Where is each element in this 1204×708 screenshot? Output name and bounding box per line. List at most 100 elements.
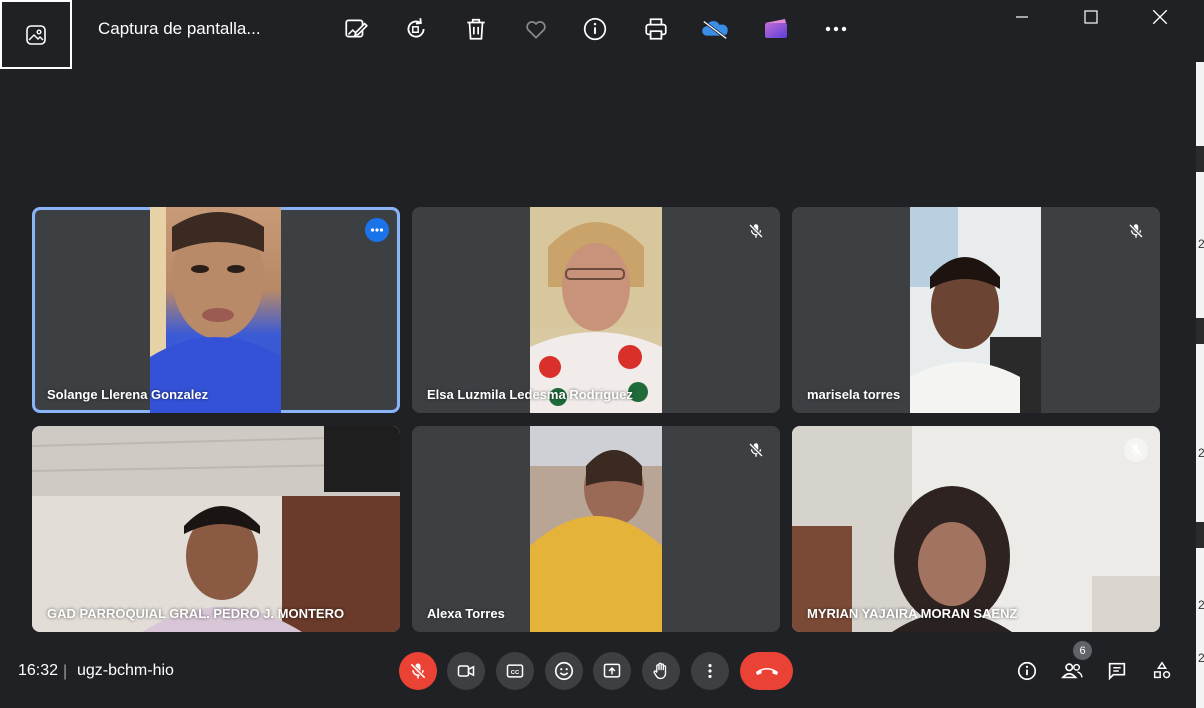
print-button[interactable] — [641, 14, 671, 44]
mic-off-icon — [748, 442, 764, 458]
camera-icon — [457, 665, 475, 677]
more-options-button[interactable] — [691, 652, 729, 690]
participant-video — [530, 426, 662, 632]
favorite-button[interactable] — [521, 14, 551, 44]
mic-off-icon — [1130, 444, 1142, 456]
activities-button[interactable] — [1148, 657, 1176, 685]
participant-name: Alexa Torres — [427, 606, 505, 621]
participant-tile[interactable]: GAD PARROQUIAL GRAL. PEDRO J. MONTERO — [32, 426, 400, 632]
chat-button[interactable] — [1103, 657, 1131, 685]
print-icon — [645, 18, 667, 40]
video-editor-button[interactable] — [761, 14, 791, 44]
title-bar: Captura de pantalla... — [0, 0, 1204, 69]
background-window-text: 2 — [1198, 651, 1204, 665]
emoji-icon — [554, 661, 574, 681]
background-window-text: 2 — [1198, 237, 1204, 251]
edit-image-icon — [345, 19, 368, 38]
background-window-fragment — [1196, 146, 1204, 172]
more-options-icon — [370, 228, 384, 232]
svg-text:CC: CC — [511, 670, 520, 676]
participant-options-button[interactable] — [365, 218, 389, 242]
captions-icon: CC — [506, 664, 524, 678]
participant-name: Solange Llerena Gonzalez — [47, 387, 209, 402]
more-button[interactable] — [821, 14, 851, 44]
background-window-text: 2 — [1198, 446, 1204, 460]
participant-name: marisela torres — [807, 387, 901, 402]
background-window-fragment — [1196, 318, 1204, 344]
window-title: Captura de pantalla... — [98, 19, 261, 38]
mic-off-icon — [1128, 223, 1144, 239]
toggle-mic-button[interactable] — [399, 652, 437, 690]
info-icon — [583, 17, 607, 41]
meeting-code: ugz-bchm-hio — [77, 662, 174, 679]
captions-button[interactable]: CC — [496, 652, 534, 690]
delete-button[interactable] — [461, 14, 491, 44]
gallery-button[interactable] — [0, 0, 72, 69]
minimize-button[interactable] — [992, 0, 1052, 34]
participant-video-frame — [530, 207, 662, 413]
people-icon — [1061, 663, 1083, 679]
onedrive-icon — [702, 20, 728, 40]
separator: | — [63, 663, 68, 680]
edit-image-button[interactable] — [341, 14, 371, 44]
more-vert-icon — [708, 664, 712, 678]
background-window-text: 2 — [1198, 598, 1204, 612]
muted-indicator — [1124, 438, 1148, 462]
participant-video-frame — [32, 426, 400, 632]
participant-name: GAD PARROQUIAL GRAL. PEDRO J. MONTERO — [47, 606, 345, 621]
onedrive-button[interactable] — [700, 14, 730, 44]
close-window-button[interactable] — [1130, 0, 1190, 34]
end-call-icon — [755, 668, 778, 675]
background-window-fragment — [1196, 522, 1204, 548]
minimize-icon — [1016, 16, 1028, 18]
close-icon — [1152, 9, 1168, 25]
meeting-controls-bar: 16:32 | ugz-bchm-hio CC 6 — [0, 635, 1196, 708]
meeting-info-icon — [1017, 661, 1037, 681]
favorite-heart-icon — [526, 21, 546, 39]
muted-indicator — [744, 219, 768, 243]
maximize-button[interactable] — [1061, 0, 1121, 34]
rotate-button[interactable] — [401, 14, 431, 44]
participants-count-badge: 6 — [1073, 641, 1092, 660]
present-screen-icon — [603, 663, 621, 678]
meeting-clock: 16:32 — [18, 662, 59, 679]
participant-video — [792, 426, 1160, 632]
raise-hand-icon — [653, 662, 667, 680]
chat-icon — [1108, 662, 1126, 681]
participant-name: Elsa Luzmila Ledesma Rodriguez — [427, 387, 633, 402]
participant-tile[interactable]: Elsa Luzmila Ledesma Rodriguez — [412, 207, 780, 413]
present-now-button[interactable] — [593, 652, 631, 690]
leave-call-button[interactable] — [740, 652, 793, 690]
participant-video-frame — [792, 426, 1160, 632]
participant-video — [32, 426, 400, 632]
maximize-icon — [1084, 10, 1098, 24]
participant-video-frame — [150, 207, 281, 413]
image-gallery-icon — [26, 24, 46, 45]
participant-tile[interactable]: Solange Llerena Gonzalez — [32, 207, 400, 413]
reactions-button[interactable] — [545, 652, 583, 690]
participant-video — [150, 207, 281, 413]
mic-off-icon — [410, 663, 426, 679]
info-button[interactable] — [580, 14, 610, 44]
participant-tile[interactable]: marisela torres — [792, 207, 1160, 413]
rotate-icon — [407, 18, 425, 38]
participant-video-frame — [530, 426, 662, 632]
participant-video-frame — [910, 207, 1041, 413]
meeting-details-button[interactable] — [1013, 657, 1041, 685]
participant-name: MYRIAN YAJAIRA MORAN SAENZ — [807, 606, 1018, 621]
participant-video — [530, 207, 662, 413]
muted-indicator — [744, 438, 768, 462]
activities-icon — [1153, 661, 1171, 679]
participant-tile[interactable]: MYRIAN YAJAIRA MORAN SAENZ — [792, 426, 1160, 632]
more-icon — [825, 26, 847, 32]
toggle-camera-button[interactable] — [447, 652, 485, 690]
participant-video — [910, 207, 1041, 413]
muted-indicator — [1124, 219, 1148, 243]
mic-off-icon — [748, 223, 764, 239]
participant-tile[interactable]: Alexa Torres — [412, 426, 780, 632]
delete-icon — [467, 18, 485, 40]
video-editor-icon — [765, 19, 787, 38]
photos-viewer-window: Captura de pantalla... 2 2 2 2 Solange L… — [0, 0, 1204, 708]
raise-hand-button[interactable] — [642, 652, 680, 690]
show-everyone-button[interactable] — [1058, 657, 1086, 685]
